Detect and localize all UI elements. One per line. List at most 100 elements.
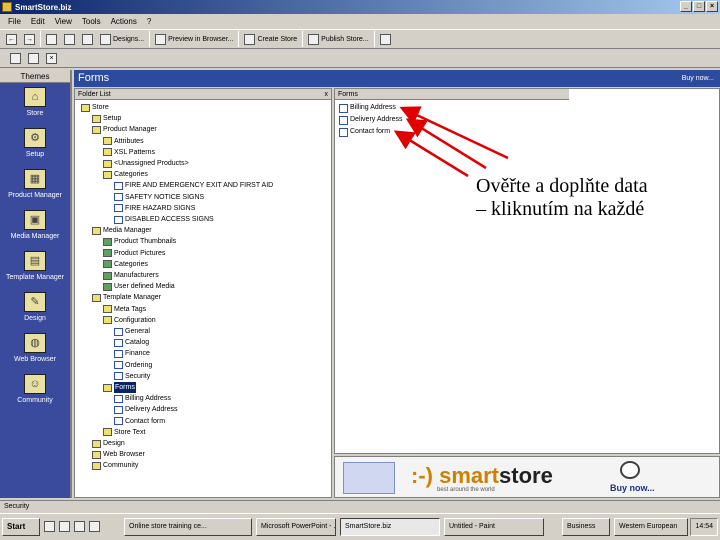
tree-item[interactable]: Store <box>81 102 109 113</box>
tree-item-label: Categories <box>114 260 148 268</box>
list-item-delivery-address[interactable]: Delivery Address <box>339 114 403 126</box>
folder-icon <box>92 461 101 470</box>
menu-view[interactable]: View <box>55 17 72 26</box>
tree-item[interactable]: Categories <box>103 259 148 270</box>
sidebar-item-media-manager[interactable]: ▣ Media Manager <box>0 206 70 247</box>
new-item-button[interactable] <box>8 51 23 67</box>
tree-item[interactable]: Setup <box>92 113 121 124</box>
gears-icon: ⚙ <box>24 128 46 148</box>
delete-button[interactable]: × <box>44 51 59 67</box>
tree-item[interactable]: Web Browser <box>92 449 145 460</box>
form-doc-icon <box>339 103 348 113</box>
tree-item[interactable]: Store Text <box>103 427 145 438</box>
tree-item[interactable]: Attributes <box>103 136 144 147</box>
smartstore-logo: :-) smartstore <box>411 463 553 488</box>
menu-file[interactable]: File <box>8 17 21 26</box>
tree-item[interactable]: Manufacturers <box>103 270 159 281</box>
sidebar-item-design[interactable]: ✎ Design <box>0 288 70 329</box>
banner-buy-now[interactable]: Buy now... <box>610 483 655 493</box>
forms-column-header[interactable]: Forms <box>335 89 569 100</box>
task-smartstore[interactable]: SmartStore.biz <box>340 518 440 536</box>
tree-item[interactable]: <Unassigned Products> <box>103 158 189 169</box>
list-item-contact-form[interactable]: Contact form <box>339 126 390 138</box>
tree-item[interactable]: XSL Patterns <box>103 147 155 158</box>
new-icon <box>10 53 21 64</box>
folder-list-header: Folder List x <box>75 89 331 100</box>
media-player-icon[interactable] <box>89 521 100 532</box>
close-icon[interactable]: × <box>706 1 718 12</box>
tree-item[interactable]: FIRE HAZARD SIGNS <box>114 203 195 214</box>
tree-item[interactable]: Ordering <box>114 360 152 371</box>
publish-store-button[interactable]: Publish Store... <box>306 31 370 47</box>
tree-item[interactable]: Finance <box>114 348 150 359</box>
sidebar-item-product-manager[interactable]: ▦ Product Manager <box>0 165 70 206</box>
task-powerpoint[interactable]: Microsoft PowerPoint - ... <box>256 518 336 536</box>
tree-item[interactable]: Community <box>92 460 138 471</box>
tree-item[interactable]: FIRE AND EMERGENCY EXIT AND FIRST AID <box>114 180 273 191</box>
annotation-line-2: – kliknutím na každé <box>476 198 645 220</box>
sidebar-item-web-browser[interactable]: ◍ Web Browser <box>0 329 70 370</box>
sidebar-item-community[interactable]: ☺ Community <box>0 370 70 411</box>
task-online-store[interactable]: Online store training ce... <box>124 518 252 536</box>
list-item-billing-address[interactable]: Billing Address <box>339 102 396 114</box>
folder-icon <box>92 450 101 459</box>
task-paint[interactable]: Untitled - Paint <box>444 518 544 536</box>
start-button[interactable]: Start <box>2 518 40 536</box>
task-business[interactable]: Business <box>562 518 610 536</box>
maximize-icon[interactable]: □ <box>693 1 705 12</box>
help-book-button[interactable] <box>378 31 393 47</box>
menu-actions[interactable]: Actions <box>111 17 137 26</box>
tree-item-label: Forms <box>114 382 136 393</box>
smartstore-banner[interactable]: :-) smartstore best around the world Buy… <box>334 456 720 498</box>
menu-tools[interactable]: Tools <box>82 17 101 26</box>
tree-item[interactable]: Catalog <box>114 337 149 348</box>
explorer-icon[interactable] <box>74 521 85 532</box>
tree-item[interactable]: Product Thumbnails <box>103 236 176 247</box>
tree-item[interactable]: Template Manager <box>92 292 161 303</box>
create-store-button[interactable]: Create Store <box>242 31 299 47</box>
window-title: SmartStore.biz <box>15 2 72 12</box>
browser-icon[interactable] <box>59 521 70 532</box>
forward-button[interactable]: → <box>22 31 37 47</box>
menu-edit[interactable]: Edit <box>31 17 45 26</box>
tree-item[interactable]: Meta Tags <box>103 304 146 315</box>
sidebar-item-template-manager[interactable]: ▤ Template Manager <box>0 247 70 288</box>
folder-icon <box>103 137 112 146</box>
minimize-icon[interactable]: _ <box>680 1 692 12</box>
tree-item[interactable]: Security <box>114 371 150 382</box>
tree-item-label: DISABLED ACCESS SIGNS <box>125 216 214 223</box>
close-folder-list-icon[interactable]: x <box>325 89 329 100</box>
tree-item[interactable]: Product Pictures <box>103 248 165 259</box>
preview-button[interactable]: Preview in Browser... <box>153 31 235 47</box>
tree-item[interactable]: General <box>114 326 150 337</box>
tree-item[interactable]: Design <box>92 438 125 449</box>
tree-item[interactable]: Billing Address <box>114 393 171 404</box>
properties-button[interactable] <box>26 51 41 67</box>
tree-item-label: Store <box>92 104 109 111</box>
instruction-annotation: Ověřte a doplňte data – kliknutím na kaž… <box>476 175 648 221</box>
system-clock: 14:54 <box>690 518 718 536</box>
tree-item[interactable]: SAFETY NOTICE SIGNS <box>114 192 204 203</box>
folder-button[interactable] <box>44 31 59 47</box>
sidebar-item-setup[interactable]: ⚙ Setup <box>0 124 70 165</box>
designs-button[interactable]: Designs... <box>98 31 146 47</box>
sidebar-item-store[interactable]: ⌂ Store <box>0 83 70 124</box>
document-icon <box>114 417 123 426</box>
task-western-european[interactable]: Western European <box>614 518 688 536</box>
tree-item[interactable]: DISABLED ACCESS SIGNS <box>114 214 214 225</box>
desktop-icon[interactable] <box>44 521 55 532</box>
tree-item[interactable]: Delivery Address <box>114 404 178 415</box>
tree-item[interactable]: Forms <box>103 382 136 393</box>
tree-item[interactable]: Categories <box>103 169 148 180</box>
pane-title: Forms Buy now... <box>74 70 720 87</box>
open-button[interactable] <box>62 31 77 47</box>
tree-item[interactable]: User defined Media <box>103 281 175 292</box>
tree-item[interactable]: Configuration <box>103 315 156 326</box>
back-button[interactable]: ← <box>4 31 19 47</box>
tree-button[interactable] <box>80 31 95 47</box>
tree-item[interactable]: Contact form <box>114 416 165 427</box>
tree-item[interactable]: Media Manager <box>92 225 152 236</box>
menu-help[interactable]: ? <box>147 17 151 26</box>
tree-item[interactable]: Product Manager <box>92 124 157 135</box>
buy-now-link[interactable]: Buy now... <box>682 70 714 87</box>
